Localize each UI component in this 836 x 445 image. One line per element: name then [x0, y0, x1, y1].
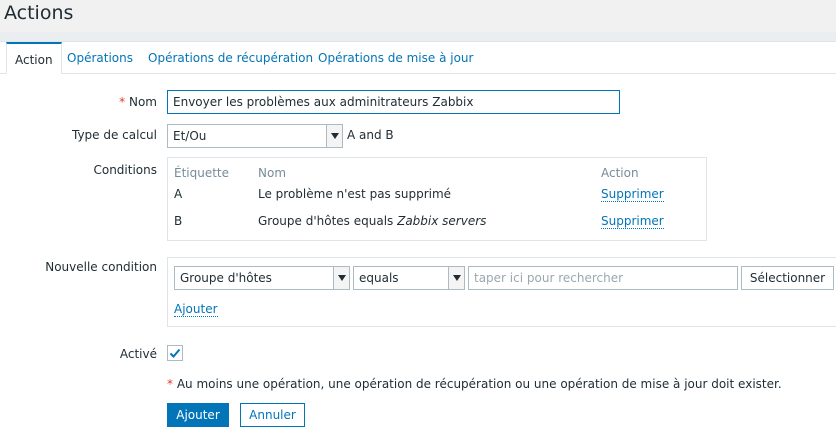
name-input[interactable] — [167, 90, 620, 114]
condition-operator-value: equals — [359, 271, 399, 285]
calc-formula: A and B — [347, 128, 394, 142]
name-label: * Nom — [119, 95, 157, 109]
condition-row-b-tag: B — [174, 214, 183, 228]
tab-operations[interactable]: Opérations — [67, 51, 133, 65]
condition-row-b-remove-link[interactable]: Supprimer — [601, 214, 664, 229]
warning-text: Au moins une opération, une opération de… — [176, 377, 782, 391]
calc-type-value: Et/Ou — [173, 129, 207, 143]
select-host-group-button[interactable]: Sélectionner — [741, 266, 834, 290]
checkmark-icon — [169, 348, 181, 358]
host-group-search-input[interactable] — [468, 266, 738, 290]
conditions-header-tag: Étiquette — [174, 166, 230, 180]
condition-row-a-tag: A — [174, 187, 183, 201]
tab-update-operations[interactable]: Opérations de mise à jour — [318, 51, 473, 65]
required-mark: * — [119, 95, 126, 109]
calc-type-select[interactable]: Et/Ou — [167, 124, 343, 148]
condition-row-b-name-value: Zabbix servers — [397, 214, 487, 228]
new-condition-box: Groupe d'hôtes equals Sélectionner Ajout… — [167, 257, 836, 327]
cancel-button[interactable]: Annuler — [240, 403, 305, 427]
add-condition-link[interactable]: Ajouter — [174, 302, 218, 317]
action-form-panel: Action Opérations Opérations de récupéra… — [0, 41, 836, 445]
enabled-checkbox[interactable] — [167, 345, 183, 361]
conditions-table: Étiquette Nom Action A Le problème n'est… — [167, 157, 707, 241]
condition-row-a-remove-link[interactable]: Supprimer — [601, 187, 664, 202]
page-title: Actions — [4, 2, 74, 24]
condition-operator-select[interactable]: equals — [353, 266, 465, 290]
chevron-down-icon — [333, 267, 349, 289]
new-condition-label: Nouvelle condition — [45, 260, 157, 274]
tab-recovery-operations[interactable]: Opérations de récupération — [148, 51, 313, 65]
condition-row-b-name: Groupe d'hôtes equals Zabbix servers — [258, 214, 486, 228]
warning-required-mark: * — [167, 377, 173, 391]
condition-row-a-name: Le problème n'est pas supprimé — [258, 187, 452, 201]
conditions-header-name: Nom — [258, 166, 287, 180]
tab-action[interactable]: Action — [6, 42, 62, 74]
enabled-label: Activé — [119, 347, 157, 361]
add-button[interactable]: Ajouter — [167, 403, 229, 427]
condition-row-b-name-text: Groupe d'hôtes equals — [258, 214, 398, 228]
tab-bar: Action Opérations Opérations de récupéra… — [0, 42, 836, 74]
chevron-down-icon — [326, 125, 342, 147]
condition-type-value: Groupe d'hôtes — [180, 271, 272, 285]
chevron-down-icon — [448, 267, 464, 289]
condition-type-select[interactable]: Groupe d'hôtes — [174, 266, 350, 290]
conditions-header-action: Action — [601, 166, 639, 180]
calc-type-label: Type de calcul — [71, 128, 157, 142]
conditions-label: Conditions — [93, 163, 157, 177]
page-header: Actions — [0, 0, 836, 32]
operations-required-warning: * Au moins une opération, une opération … — [167, 377, 782, 391]
name-label-text: Nom — [128, 95, 157, 109]
